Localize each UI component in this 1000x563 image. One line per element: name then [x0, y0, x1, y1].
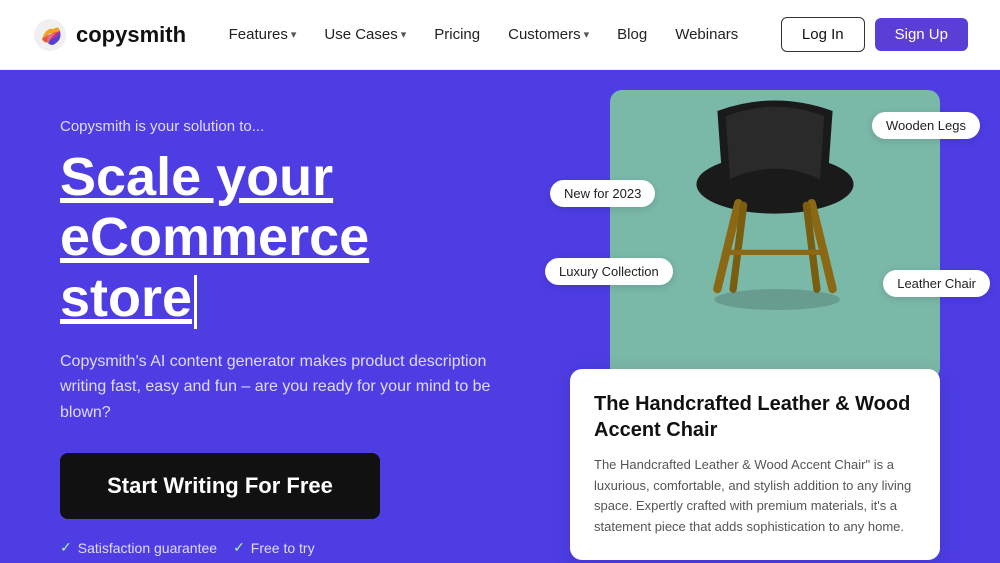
check-label-1: Satisfaction guarantee	[78, 540, 217, 556]
hero-section: Copysmith is your solution to... Scale y…	[0, 70, 1000, 563]
customers-chevron-icon: ▾	[584, 28, 590, 41]
hero-right: Wooden Legs New for 2023 Luxury Collecti…	[570, 90, 970, 560]
hero-title-line2: eCommerce	[60, 207, 369, 267]
hero-subtitle: Copysmith is your solution to...	[60, 118, 500, 135]
logo-text: copysmith	[76, 22, 186, 48]
cta-button[interactable]: Start Writing For Free	[60, 453, 380, 519]
check-label-2: Free to try	[251, 540, 315, 556]
tag-new-2023: New for 2023	[550, 180, 655, 207]
hero-title-line1: Scale your	[60, 147, 333, 207]
signup-button[interactable]: Sign Up	[875, 18, 968, 51]
use-cases-chevron-icon: ▾	[401, 28, 407, 41]
tag-leather-chair: Leather Chair	[883, 270, 990, 297]
hero-description: Copysmith's AI content generator makes p…	[60, 349, 500, 426]
login-button[interactable]: Log In	[781, 17, 865, 52]
tag-luxury-collection: Luxury Collection	[545, 258, 673, 285]
nav-webinars[interactable]: Webinars	[665, 20, 748, 49]
check-icon-1: ✓	[60, 539, 72, 556]
navbar: copysmith Features ▾ Use Cases ▾ Pricing…	[0, 0, 1000, 70]
hero-title: Scale your eCommerce store	[60, 147, 500, 329]
text-cursor	[194, 275, 197, 329]
tag-wooden-legs: Wooden Legs	[872, 112, 980, 139]
logo[interactable]: copysmith	[32, 17, 186, 53]
logo-icon	[32, 17, 68, 53]
product-description-card: The Handcrafted Leather & Wood Accent Ch…	[570, 369, 940, 560]
check-satisfaction: ✓ Satisfaction guarantee ✓ Free to try	[60, 539, 500, 556]
nav-features[interactable]: Features ▾	[219, 20, 307, 49]
nav-links: Features ▾ Use Cases ▾ Pricing Customers…	[219, 20, 749, 49]
hero-left: Copysmith is your solution to... Scale y…	[60, 118, 500, 563]
product-title: The Handcrafted Leather & Wood Accent Ch…	[594, 391, 916, 443]
nav-customers[interactable]: Customers ▾	[498, 20, 599, 49]
hero-checks: ✓ Satisfaction guarantee ✓ Free to try ✓…	[60, 539, 500, 563]
check-icon-2: ✓	[233, 539, 245, 556]
features-chevron-icon: ▾	[291, 28, 297, 41]
chair-image	[665, 75, 885, 325]
product-description: The Handcrafted Leather & Wood Accent Ch…	[594, 455, 916, 538]
nav-use-cases[interactable]: Use Cases ▾	[314, 20, 416, 49]
nav-pricing[interactable]: Pricing	[424, 20, 490, 49]
nav-blog[interactable]: Blog	[607, 20, 657, 49]
hero-title-line3: store	[60, 268, 192, 328]
nav-actions: Log In Sign Up	[781, 17, 968, 52]
